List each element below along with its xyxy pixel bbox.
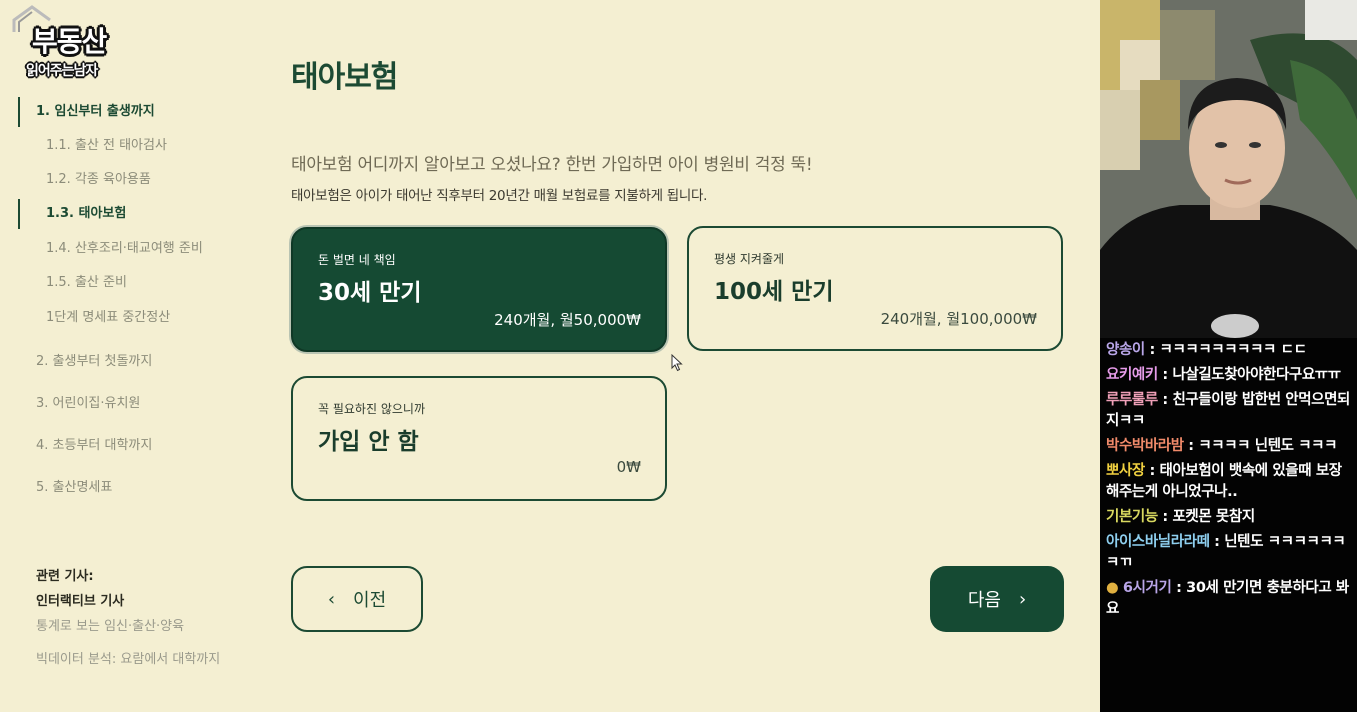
chat-username: 기본기능 [1106, 509, 1158, 525]
next-button-label: 다음 [967, 590, 1001, 611]
sidebar-item-birth-prep[interactable]: 1.5. 출산 준비 [18, 268, 127, 298]
live-chat: 양송이 : ㅋㅋㅋㅋㅋㅋㅋㅋㅋ ㄷㄷ 요키예키 : 나살길도찾아야한다구요ㅠㅠ … [1100, 338, 1357, 712]
sidebar-item-label: 1.1. 출산 전 태아검사 [46, 138, 167, 153]
next-button[interactable]: 다음 › [930, 566, 1064, 632]
sidebar-item-chapter3[interactable]: 3. 어린이집·유치원 [18, 389, 140, 419]
option-title: 30세 만기 [318, 280, 422, 306]
chat-message: 기본기능 : 포켓몬 못참지 [1106, 509, 1255, 525]
related-link-bigdata[interactable]: 빅데이터 분석: 요람에서 대학까지 [36, 648, 220, 667]
chat-text: ㅋㅋㅋㅋ 닌텐도 ㅋㅋㅋ [1198, 438, 1338, 454]
sidebar-item-label: 1단계 명세표 중간정산 [46, 310, 171, 325]
chat-username: 루루룰루 [1106, 392, 1158, 408]
logo-subtitle: 읽어주는남자 [26, 63, 98, 79]
chevron-right-icon: › [1018, 588, 1027, 610]
chat-username: 박수박바라밤 [1106, 438, 1184, 454]
chat-message: ● 6시거기 : 30세 만기면 충분하다고 봐요 [1106, 580, 1349, 617]
sidebar-item-label: 4. 초등부터 대학까지 [36, 438, 153, 453]
chat-username: 아이스바닐라라떼 [1106, 534, 1210, 550]
sidebar-item-postpartum[interactable]: 1.4. 산후조리·태교여행 준비 [18, 234, 203, 264]
webcam-image [1100, 0, 1357, 338]
option-card-100yr[interactable]: 평생 지켜줄게 100세 만기 240개월, 월100,000₩ [687, 226, 1063, 351]
sidebar-item-label: 1.2. 각종 육아용품 [46, 172, 151, 187]
chat-message: 박수박바라밤 : ㅋㅋㅋㅋ 닌텐도 ㅋㅋㅋ [1106, 438, 1338, 454]
sidebar-item-fetal-insurance[interactable]: 1.3. 태아보험 [18, 199, 126, 229]
chat-text: 나살길도찾아야한다구요ㅠㅠ [1172, 367, 1341, 383]
chat-username: 양송이 [1106, 342, 1145, 358]
related-heading: 관련 기사: [36, 569, 94, 584]
option-tagline: 돈 벌면 네 책임 [318, 253, 396, 267]
chat-username: 요키예키 [1106, 367, 1158, 383]
sidebar-item-label: 1.4. 산후조리·태교여행 준비 [46, 241, 203, 256]
sidebar-item-label: 3. 어린이집·유치원 [36, 396, 141, 411]
logo-title: 부동산 [32, 25, 107, 58]
sidebar-item-chapter5[interactable]: 5. 출산명세표 [18, 473, 112, 503]
option-price: 0₩ [616, 458, 641, 476]
chevron-left-icon: ‹ [327, 588, 336, 610]
option-price: 240개월, 월50,000₩ [494, 311, 641, 329]
chat-message: 요키예키 : 나살길도찾아야한다구요ㅠㅠ [1106, 367, 1341, 383]
channel-logo: 부동산 읽어주는남자 [12, 4, 130, 84]
page-content: 부동산 읽어주는남자 1. 임신부터 출생까지 1.1. 출산 전 태아검사 1… [0, 0, 1100, 712]
sidebar-item-prenatal-test[interactable]: 1.1. 출산 전 태아검사 [18, 131, 167, 161]
chat-message: 루루룰루 : 친구들이랑 밥한번 안먹으면되지ㅋㅋ [1106, 392, 1350, 429]
option-tagline: 꼭 필요하진 않으니까 [318, 402, 425, 416]
option-title: 100세 만기 [714, 279, 834, 305]
related-link-statistics[interactable]: 통계로 보는 임신·출산·양육 [36, 615, 184, 634]
sidebar-item-chapter2[interactable]: 2. 출생부터 첫돌까지 [18, 347, 152, 377]
sidebar-item-label: 1. 임신부터 출생까지 [36, 104, 155, 119]
option-card-none[interactable]: 꼭 필요하진 않으니까 가입 안 함 0₩ [291, 376, 667, 501]
sidebar-item-label: 1.5. 출산 준비 [46, 275, 127, 290]
prev-button-label: 이전 [353, 590, 387, 611]
chat-message: 아이스바닐라라떼 : 닌텐도 ㅋㅋㅋㅋㅋㅋㅋㄲ [1106, 534, 1346, 571]
related-link-interactive[interactable]: 인터랙티브 기사 [36, 590, 124, 609]
mouse-cursor-icon [671, 354, 683, 372]
description-text: 태아보험은 아이가 태어난 직후부터 20년간 매월 보험료를 지불하게 됩니다… [291, 188, 708, 204]
sidebar-item-label: 5. 출산명세표 [36, 480, 113, 495]
option-price: 240개월, 월100,000₩ [880, 310, 1037, 328]
option-tagline: 평생 지켜줄게 [714, 252, 785, 266]
chat-message: 뽀사장 : 태아보험이 뱃속에 있을때 보장해주는게 아니었구나.. [1106, 463, 1342, 500]
webcam-feed [1100, 0, 1357, 338]
chat-text: 포켓몬 못참지 [1172, 509, 1255, 525]
sidebar-item-chapter1[interactable]: 1. 임신부터 출생까지 [18, 97, 155, 127]
chat-username: 6시거기 [1122, 580, 1172, 596]
sidebar-item-chapter4[interactable]: 4. 초등부터 대학까지 [18, 431, 152, 461]
sidebar-item-label: 1.3. 태아보험 [46, 206, 127, 221]
sidebar-item-stage1-summary[interactable]: 1단계 명세표 중간정산 [18, 303, 170, 333]
chat-text: ㅋㅋㅋㅋㅋㅋㅋㅋㅋ ㄷㄷ [1159, 342, 1307, 358]
sidebar-item-baby-goods[interactable]: 1.2. 각종 육아용품 [18, 165, 151, 195]
page-title: 태아보험 [291, 60, 398, 95]
sidebar-item-label: 2. 출생부터 첫돌까지 [36, 354, 153, 369]
option-card-30yr[interactable]: 돈 벌면 네 책임 30세 만기 240개월, 월50,000₩ [291, 227, 667, 352]
chat-username: 뽀사장 [1106, 463, 1145, 479]
medal-icon: ● [1106, 580, 1119, 596]
option-title: 가입 안 함 [318, 429, 419, 455]
intro-text: 태아보험 어디까지 알아보고 오셨나요? 한번 가입하면 아이 병원비 걱정 뚝… [291, 155, 813, 175]
chat-message: 양송이 : ㅋㅋㅋㅋㅋㅋㅋㅋㅋ ㄷㄷ [1106, 342, 1307, 358]
prev-button[interactable]: ‹ 이전 [291, 566, 423, 632]
